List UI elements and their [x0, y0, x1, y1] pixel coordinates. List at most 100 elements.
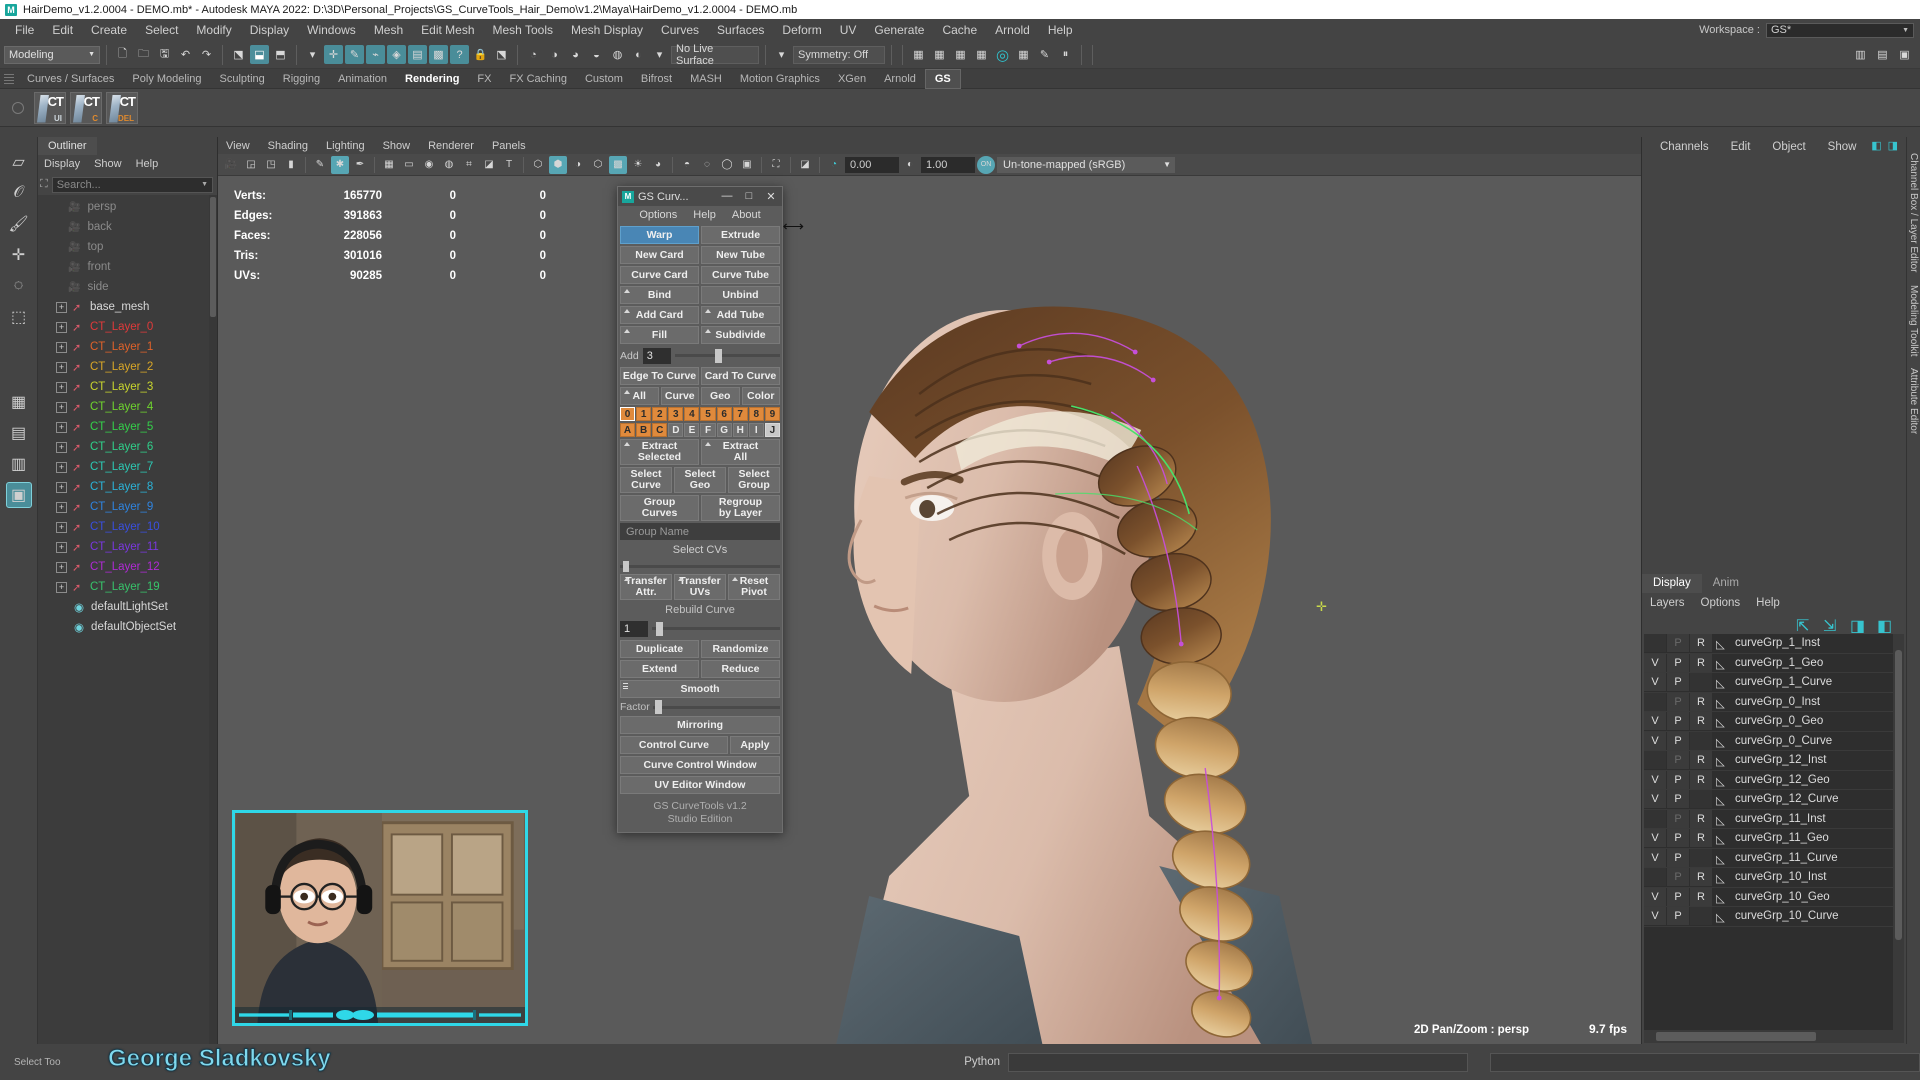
- arnold-logo-icon[interactable]: ◎: [993, 45, 1012, 64]
- slider-knob[interactable]: [655, 621, 663, 636]
- gs-button-extend[interactable]: Extend: [620, 660, 699, 678]
- layer-tab-display[interactable]: Display: [1642, 574, 1702, 593]
- options-triangle-icon[interactable]: [624, 390, 630, 394]
- new-layer-icon[interactable]: ◨: [1850, 616, 1867, 635]
- slider-knob[interactable]: [655, 700, 663, 714]
- gs-button-geo[interactable]: Geo: [701, 387, 740, 405]
- layer-reference-cell[interactable]: [1690, 731, 1712, 750]
- menu-create[interactable]: Create: [82, 19, 136, 41]
- tonemap-toggle-icon[interactable]: ON: [977, 155, 995, 174]
- chevron-down-icon[interactable]: ▾: [772, 45, 791, 64]
- options-triangle-icon[interactable]: [624, 329, 630, 333]
- shelf-tab-motion-graphics[interactable]: Motion Graphics: [731, 69, 829, 89]
- channelbox-tab-edit[interactable]: Edit: [1731, 141, 1751, 153]
- gs-button-apply[interactable]: Apply: [729, 736, 780, 754]
- gs-button-randomize[interactable]: Randomize: [701, 640, 780, 658]
- gs-letter-B[interactable]: B: [636, 423, 652, 437]
- menu-select[interactable]: Select: [136, 19, 187, 41]
- outliner-item-ct_layer_5[interactable]: + ➚ CT_Layer_5: [38, 417, 217, 437]
- use-all-lights-icon[interactable]: ☀: [629, 156, 647, 174]
- layer-playback-cell[interactable]: P: [1667, 790, 1689, 809]
- shelf-tab-bifrost[interactable]: Bifrost: [632, 69, 681, 89]
- gs-button-extract-selected[interactable]: Extract Selected: [620, 439, 699, 465]
- gamma-icon[interactable]: ◐: [901, 156, 919, 174]
- gs-button-transfer-attr-[interactable]: Transfer Attr.: [620, 574, 672, 600]
- construction-history-icon[interactable]: ⬔: [492, 45, 511, 64]
- viewport-menu-shading[interactable]: Shading: [268, 140, 308, 152]
- viewport-menu-panels[interactable]: Panels: [492, 140, 526, 152]
- layer-list-hscrollbar[interactable]: [1644, 1030, 1904, 1043]
- gs-button-subdivide[interactable]: Subdivide: [701, 326, 780, 344]
- menu-curves[interactable]: Curves: [652, 19, 708, 41]
- layer-scroll-thumb[interactable]: [1895, 650, 1902, 940]
- film-gate-icon[interactable]: ▭: [400, 156, 418, 174]
- outliner-menu-show[interactable]: Show: [94, 158, 122, 170]
- layer-reference-cell[interactable]: [1690, 790, 1712, 809]
- exposure-reset-icon[interactable]: ◪: [796, 156, 814, 174]
- expand-icon[interactable]: +: [56, 441, 67, 453]
- gs-add-value[interactable]: 3: [642, 347, 671, 364]
- layer-row[interactable]: V P ◺ curveGrp_11_Curve: [1644, 848, 1904, 868]
- rotate-tool-icon[interactable]: ◌: [6, 273, 32, 299]
- outliner-item-ct_layer_3[interactable]: + ➚ CT_Layer_3: [38, 377, 217, 397]
- gs-menu-options[interactable]: Options: [639, 209, 677, 221]
- layer-playback-cell[interactable]: P: [1667, 907, 1689, 926]
- layer-visibility-cell[interactable]: V: [1644, 829, 1666, 848]
- layer-reference-cell[interactable]: R: [1690, 751, 1712, 770]
- outliner-item-ct_layer_9[interactable]: + ➚ CT_Layer_9: [38, 497, 217, 517]
- layer-playback-cell[interactable]: P: [1667, 848, 1689, 867]
- gs-button-new-tube[interactable]: New Tube: [701, 246, 780, 264]
- outliner-item-ct_layer_7[interactable]: + ➚ CT_Layer_7: [38, 457, 217, 477]
- layer-list-scrollbar[interactable]: [1893, 634, 1904, 1030]
- select-by-object-icon[interactable]: ⬓: [250, 45, 269, 64]
- options-triangle-icon[interactable]: [624, 309, 630, 313]
- layer-visibility-cell[interactable]: V: [1644, 712, 1666, 731]
- menu-mesh-tools[interactable]: Mesh Tools: [484, 19, 562, 41]
- outliner-item-front[interactable]: 🎥 front: [38, 257, 217, 277]
- multisample-icon[interactable]: ◯: [718, 156, 736, 174]
- outliner-item-base_mesh[interactable]: + ➚ base_mesh: [38, 297, 217, 317]
- film-icon-3[interactable]: ▦: [951, 45, 970, 64]
- pause-icon[interactable]: ⏸: [1056, 45, 1075, 64]
- snap-to-points-icon[interactable]: ⌁: [366, 45, 385, 64]
- expand-icon[interactable]: +: [56, 421, 67, 433]
- gs-digit-6[interactable]: 6: [716, 407, 732, 421]
- ipr-render-icon[interactable]: ◑: [545, 45, 564, 64]
- menu-cache[interactable]: Cache: [933, 19, 986, 41]
- gs-digit-3[interactable]: 3: [668, 407, 684, 421]
- resolution-gate-icon[interactable]: ◉: [420, 156, 438, 174]
- options-triangle-icon[interactable]: [705, 309, 711, 313]
- outliner-item-ct_layer_4[interactable]: + ➚ CT_Layer_4: [38, 397, 217, 417]
- menu-set-combo[interactable]: Modeling ▼: [4, 45, 100, 64]
- gs-letter-E[interactable]: E: [684, 423, 700, 437]
- film-icon-5[interactable]: ▦: [1014, 45, 1033, 64]
- layer-row[interactable]: V P R ◺ curveGrp_11_Geo: [1644, 829, 1904, 849]
- menu-edit-mesh[interactable]: Edit Mesh: [412, 19, 483, 41]
- gs-button-curve-control-window[interactable]: Curve Control Window: [620, 756, 780, 774]
- outliner-item-ct_layer_0[interactable]: + ➚ CT_Layer_0: [38, 317, 217, 337]
- options-triangle-icon[interactable]: [678, 577, 684, 581]
- outliner-item-ct_layer_10[interactable]: + ➚ CT_Layer_10: [38, 517, 217, 537]
- select-camera-icon[interactable]: 🎥: [222, 156, 240, 174]
- outliner-item-ct_layer_2[interactable]: + ➚ CT_Layer_2: [38, 357, 217, 377]
- gs-button-color[interactable]: Color: [741, 387, 780, 405]
- vertical-tab-channel-box-layer-editor[interactable]: Channel Box / Layer Editor: [1908, 153, 1919, 273]
- panel-layout-icon-2[interactable]: ▤: [1873, 45, 1892, 64]
- expand-icon[interactable]: +: [56, 401, 67, 413]
- gamma-field[interactable]: 1.00: [921, 156, 975, 173]
- command-output[interactable]: [1490, 1052, 1920, 1072]
- layer-playback-cell[interactable]: P: [1667, 653, 1689, 672]
- gs-button-select-curve[interactable]: Select Curve: [620, 467, 672, 493]
- gs-curvetools-window[interactable]: M GS Curv... — □ ✕ Options Help About Warp Ex…: [617, 186, 804, 833]
- grid-toggle-icon[interactable]: ▦: [380, 156, 398, 174]
- layer-menu-help[interactable]: Help: [1756, 597, 1780, 609]
- gs-factor-slider[interactable]: [652, 700, 780, 714]
- layer-reference-cell[interactable]: R: [1690, 809, 1712, 828]
- xray-joints-icon[interactable]: ◪: [480, 156, 498, 174]
- gs-digit-9[interactable]: 9: [764, 407, 780, 421]
- outliner-item-ct_layer_19[interactable]: + ➚ CT_Layer_19: [38, 577, 217, 597]
- gs-digit-0[interactable]: 0: [620, 407, 636, 421]
- gs-letter-I[interactable]: I: [748, 423, 764, 437]
- layer-reference-cell[interactable]: R: [1690, 829, 1712, 848]
- layer-reference-cell[interactable]: R: [1690, 653, 1712, 672]
